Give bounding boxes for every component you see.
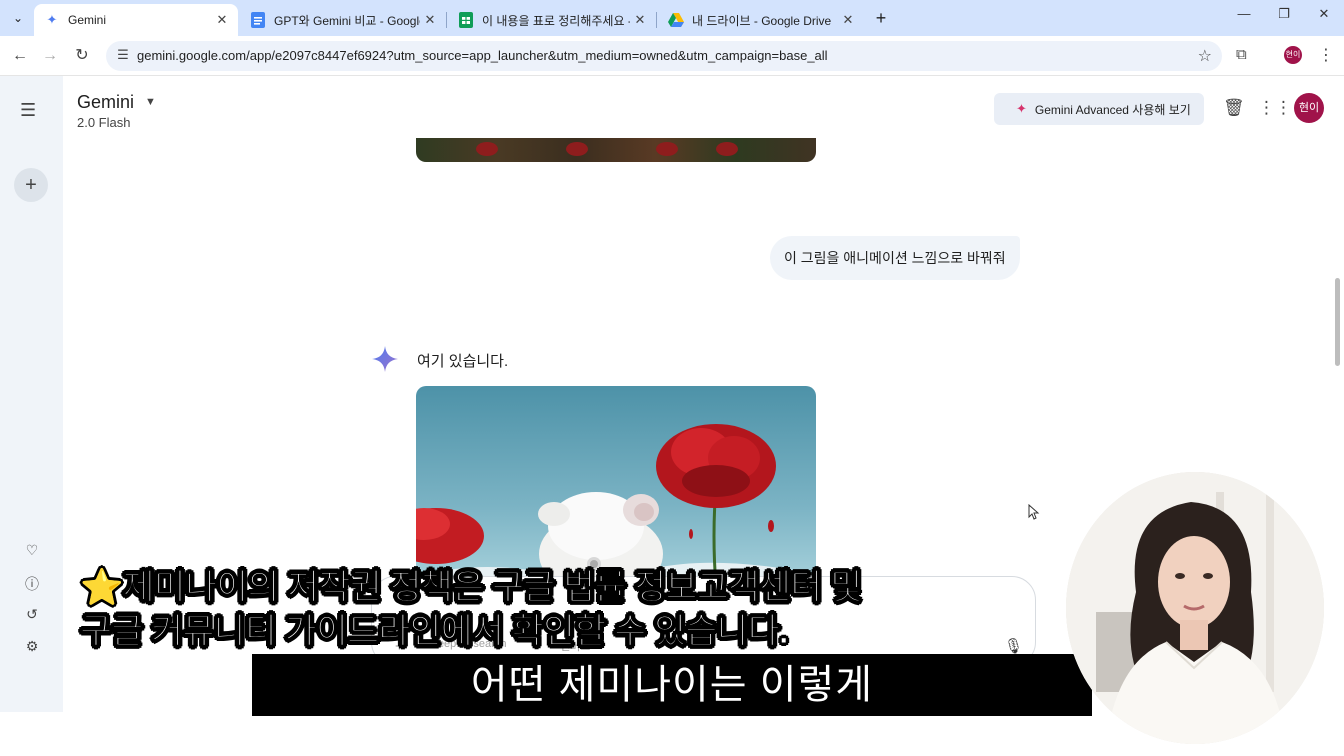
google-sheets-icon <box>458 12 474 28</box>
extensions-puzzle-icon[interactable]: ⧉ <box>1236 46 1247 63</box>
google-docs-icon <box>250 12 266 28</box>
page-scrollbar[interactable] <box>1335 278 1340 366</box>
app-title[interactable]: Gemini <box>77 92 134 113</box>
close-tab-icon[interactable]: ✕ <box>212 12 232 28</box>
new-tab-plus-icon[interactable]: + <box>870 8 892 30</box>
presenter-webcam-video <box>1066 472 1324 744</box>
user-message-bubble: 이 그림을 애니메이션 느낌으로 바꿔줘 <box>770 236 1020 280</box>
browser-menu-icon[interactable]: ⋮ <box>1318 45 1334 65</box>
model-dropdown-caret-icon[interactable]: ▼ <box>145 96 156 108</box>
forward-arrow-icon[interactable]: → <box>38 44 62 68</box>
subtitle-text: 어떤 제미나이는 이렇게 <box>470 663 874 707</box>
tab-google-drive[interactable]: 내 드라이브 - Google Drive ✕ <box>658 4 864 36</box>
restore-icon[interactable]: ❐ <box>1270 6 1298 28</box>
settings-icon[interactable]: ⚙ <box>22 638 42 658</box>
gemini-response-spark-icon <box>372 346 398 372</box>
overlay-caption-line-1: ⭐제미나이의 저작권 정책은 구글 법률 정보고객센터 및 <box>79 568 862 608</box>
browser-toolbar: ← → ↻ ☰ gemini.google.com/app/e2097c8447… <box>0 36 1344 76</box>
tab-title: 내 드라이브 - Google Drive <box>692 13 832 28</box>
previous-image-bottom <box>416 138 816 162</box>
bookmark-star-icon[interactable]: ☆ <box>1198 46 1212 66</box>
tab-separator <box>656 12 657 28</box>
google-drive-icon <box>668 12 684 28</box>
model-name[interactable]: 2.0 Flash <box>77 115 130 130</box>
close-tab-icon[interactable]: ✕ <box>838 12 858 28</box>
tab-title: 이 내용을 표로 정리해주세요 - <box>482 13 630 28</box>
close-tab-icon[interactable]: ✕ <box>630 12 650 28</box>
tab-search-chevron-icon[interactable]: ⌄ <box>6 6 30 30</box>
advanced-spark-icon: ✦ <box>1016 101 1027 116</box>
mouse-cursor-icon <box>1028 504 1040 520</box>
generated-anime-image[interactable] <box>416 386 816 586</box>
account-avatar[interactable]: 현이 <box>1294 93 1324 123</box>
activity-icon[interactable]: ↺ <box>22 606 42 626</box>
tab-gemini[interactable]: ✦ Gemini ✕ <box>34 4 238 36</box>
url-text[interactable]: gemini.google.com/app/e2097c8447ef6924?u… <box>137 48 828 63</box>
help-icon[interactable]: ⓘ <box>22 574 42 594</box>
address-bar[interactable]: ☰ gemini.google.com/app/e2097c8447ef6924… <box>106 41 1222 71</box>
advanced-button-label: Gemini Advanced 사용해 보기 <box>1034 102 1191 117</box>
gemini-advanced-button[interactable]: ✦ Gemini Advanced 사용해 보기 <box>994 93 1204 125</box>
gemini-sidebar: ☰ + ♡ ⓘ ↺ ⚙ <box>0 76 63 712</box>
site-info-icon[interactable]: ☰ <box>114 47 132 65</box>
overlay-caption: ⭐제미나이의 저작권 정책은 구글 법률 정보고객센터 및 구글 커뮤니티 가이… <box>79 566 862 654</box>
tab-sheets-table[interactable]: 이 내용을 표로 정리해주세요 - ✕ <box>448 4 656 36</box>
subtitle-box: 어떤 제미나이는 이렇게 <box>252 654 1092 716</box>
gem-heart-icon[interactable]: ♡ <box>22 542 42 562</box>
browser-tab-bar: ⌄ ✦ Gemini ✕ GPT와 Gemini 비교 - Google D ✕… <box>0 0 1344 36</box>
gemini-spark-icon: ✦ <box>46 12 58 27</box>
new-chat-icon[interactable]: + <box>14 168 48 202</box>
menu-icon[interactable]: ☰ <box>20 100 36 121</box>
microphone-icon[interactable]: 🎙 <box>1004 637 1023 655</box>
tab-title: Gemini <box>68 13 107 27</box>
close-tab-icon[interactable]: ✕ <box>420 12 440 28</box>
browser-profile-avatar[interactable]: 현이 <box>1284 46 1302 64</box>
minimize-icon[interactable]: — <box>1230 6 1258 28</box>
tab-docs-compare[interactable]: GPT와 Gemini 비교 - Google D ✕ <box>240 4 446 36</box>
close-window-icon[interactable]: ✕ <box>1310 6 1338 28</box>
tab-title: GPT와 Gemini 비교 - Google D <box>274 13 420 28</box>
tab-separator <box>446 12 447 28</box>
archive-box-icon[interactable]: 🗑 <box>1223 98 1245 118</box>
reload-icon[interactable]: ↻ <box>70 44 94 68</box>
back-arrow-icon[interactable]: ← <box>8 44 32 68</box>
overlay-caption-line-2: 구글 커뮤니티 가이드라인에서 확인할 수 있습니다. <box>79 612 789 652</box>
response-text: 여기 있습니다. <box>417 353 509 370</box>
